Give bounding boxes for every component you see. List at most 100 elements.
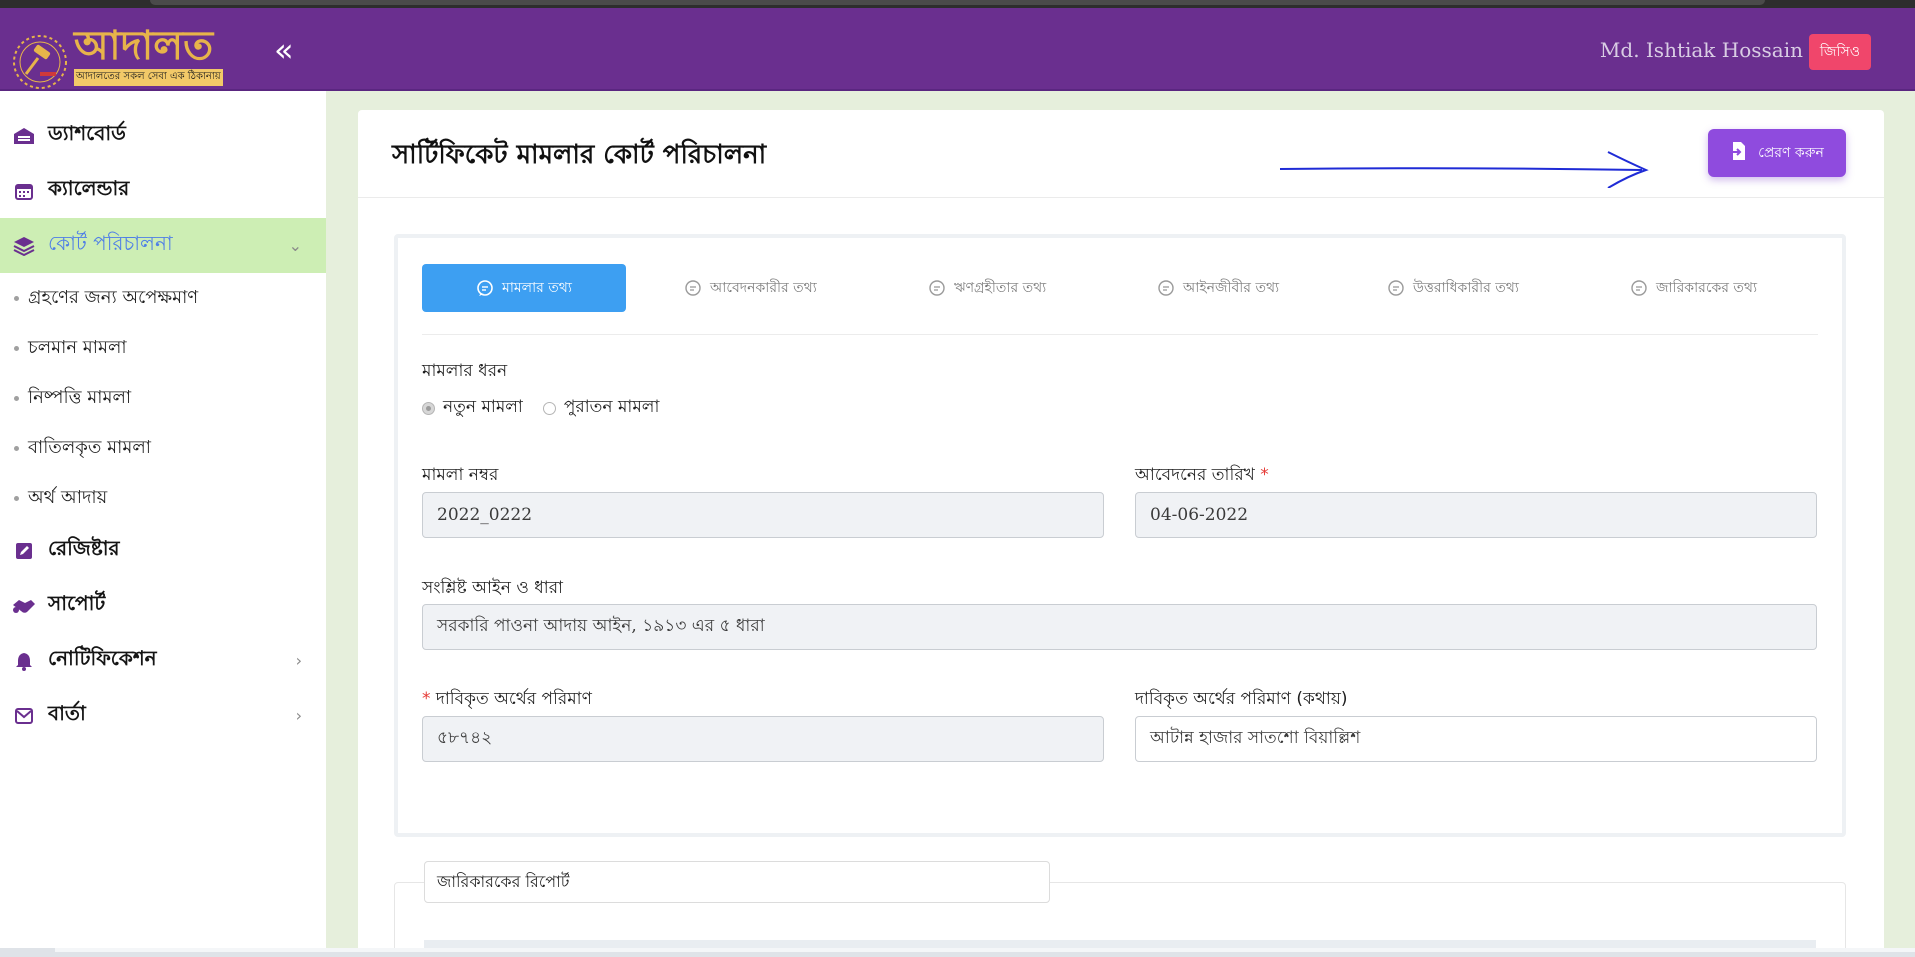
chevron-right-icon: › [295,651,302,670]
chat-icon [476,279,494,297]
sidebar-item-label: কোর্ট পরিচালনা [48,231,173,255]
sidebar-item-court-management[interactable]: কোর্ট পরিচালনা ⌄ [0,218,326,273]
tab-label: ঋণগ্রহীতার তথ্য [954,280,1047,296]
envelope-icon [10,706,38,726]
send-button[interactable]: প্রেরণ করুন [1708,129,1846,177]
page-title: সার্টিফিকেট মামলার কোর্ট পরিচালনা [392,140,767,170]
case-type-label: মামলার ধরন [422,361,508,381]
tab-label: জারিকারকের তথ্য [1656,280,1758,296]
dashboard-icon [10,126,38,146]
divider [358,197,1884,198]
file-export-icon [1730,141,1748,165]
sidebar-subitem-label: অর্থ আদায় [28,486,108,508]
chat-icon [1630,279,1648,297]
case-type-radio-group: নতুন মামলা পুরাতন মামলা [422,394,679,422]
logo-tagline: আদালতের সকল সেবা এক ঠিকানায় [74,69,223,86]
claimed-amount-label: * দাবিকৃত অর্থের পরিমাণ [422,686,592,714]
law-section-label: সংশ্লিষ্ট আইন ও ধারা [422,578,563,598]
sidebar-item-register[interactable]: রেজিষ্টার [0,523,326,578]
sidebar-subitem-running[interactable]: চলমান মামলা [0,323,326,373]
tab-label: আইনজীবীর তথ্য [1183,280,1280,296]
sidebar-item-dashboard[interactable]: ড্যাশবোর্ড [0,108,326,163]
tab-process-server-info[interactable]: জারিকারকের তথ্য [1630,264,1757,312]
top-header: আদালত আদালতের সকল সেবা এক ঠিকানায় « Md.… [0,8,1915,91]
sidebar-item-calendar[interactable]: ক্যালেন্ডার [0,163,326,218]
sidebar-subitem-label: নিষ্পত্তি মামলা [28,386,132,408]
sidebar-subitem-label: গ্রহণের জন্য অপেক্ষমাণ [28,286,199,308]
report-strip [424,940,1816,948]
layers-icon [10,236,38,256]
sidebar-item-support[interactable]: সাপোর্ট [0,578,326,633]
sidebar-item-label: রেজিষ্টার [48,536,120,560]
tab-lawyer-info[interactable]: আইনজীবীর তথ্য [1157,264,1279,312]
sidebar: ড্যাশবোর্ড ক্যালেন্ডার কোর্ট পরিচালনা ⌄ … [0,91,326,957]
chat-icon [1387,279,1405,297]
bullet-dot [14,495,19,501]
sidebar-item-label: ক্যালেন্ডার [48,176,130,200]
logo-title: আদালত [74,22,214,69]
sidebar-subitem-label: চলমান মামলা [28,336,127,358]
sidebar-subitem-collection[interactable]: অর্থ আদায় [0,473,326,523]
app-logo[interactable]: আদালত আদালতের সকল সেবা এক ঠিকানায় [8,22,228,89]
claimed-amount-words-field[interactable]: আটান্ন হাজার সাতশো বিয়াল্লিশ [1135,716,1817,762]
bullet-dot [14,345,19,351]
case-info-panel: মামলার তথ্য আবেদনকারীর তথ্য ঋণগ্রহীতার ত… [394,234,1846,837]
user-name[interactable]: Md. Ishtiak Hossain [1600,38,1803,62]
bullet-dot [14,295,19,301]
chat-icon [1157,279,1175,297]
calendar-icon [10,181,38,201]
gavel-logo-icon [13,35,67,89]
tab-heir-info[interactable]: উত্তরাধিকারীর তথ্য [1387,264,1519,312]
double-chevron-left-icon[interactable]: « [274,34,294,66]
sidebar-item-label: নোটিফিকেশন [48,646,157,670]
radio-circle[interactable] [422,401,435,415]
sidebar-item-label: ড্যাশবোর্ড [48,121,126,145]
claimed-amount-label-text: দাবিকৃত অর্থের পরিমাণ [435,689,592,709]
role-badge: জিসিও [1808,34,1871,70]
edit-icon [10,541,38,561]
law-section-field[interactable]: সরকারি পাওনা আদায় আইন, ১৯১৩ এর ৫ ধারা [422,604,1817,650]
chevron-right-icon: › [295,706,302,725]
radio-circle[interactable] [542,401,556,415]
case-number-field[interactable]: 2022_0222 [422,492,1104,538]
application-date-label: আবেদনের তারিখ * [1135,462,1269,490]
claimed-amount-field[interactable]: ৫৮৭৪২ [422,716,1104,762]
bullet-dot [14,445,19,451]
sidebar-subitem-pending[interactable]: গ্রহণের জন্য অপেক্ষমাণ [0,273,326,323]
handshake-icon [10,596,38,616]
application-date-label-text: আবেদনের তারিখ [1135,465,1255,485]
radio-label: পুরাতন মামলা [563,397,660,417]
bullet-dot [14,395,19,401]
send-button-label: প্রেরণ করুন [1758,145,1824,161]
required-asterisk: * [422,689,431,709]
sidebar-item-messages[interactable]: বার্তা › [0,688,326,743]
radio-new-case[interactable]: নতুন মামলা [422,394,523,422]
radio-label: নতুন মামলা [443,397,523,417]
annotation-arrow [1279,151,1649,188]
tab-label: আবেদনকারীর তথ্য [710,280,817,296]
application-date-field[interactable]: 04-06-2022 [1135,492,1817,538]
browser-top-strip [0,0,1915,8]
chat-icon [684,279,702,297]
tab-label: উত্তরাধিকারীর তথ্য [1413,280,1519,296]
sidebar-subitem-disposed[interactable]: নিষ্পত্তি মামলা [0,373,326,423]
tab-label: মামলার তথ্য [502,280,572,296]
radio-old-case[interactable]: পুরাতন মামলা [542,394,660,422]
tab-bar: মামলার তথ্য আবেদনকারীর তথ্য ঋণগ্রহীতার ত… [422,264,1818,314]
sidebar-subitem-cancelled[interactable]: বাতিলকৃত মামলা [0,423,326,473]
required-asterisk: * [1260,465,1269,485]
sidebar-item-notification[interactable]: নোটিফিকেশন › [0,633,326,688]
sidebar-subitem-label: বাতিলকৃত মামলা [28,436,151,458]
tab-applicant-info[interactable]: আবেদনকারীর তথ্য [684,264,817,312]
chevron-down-icon: ⌄ [288,236,302,255]
horizontal-scrollbar[interactable] [0,948,1915,957]
tabs-divider [422,334,1818,335]
main-card: সার্টিফিকেট মামলার কোর্ট পরিচালনা প্রেরণ… [358,110,1884,957]
case-number-label: মামলা নম্বর [422,465,499,485]
tab-case-info[interactable]: মামলার তথ্য [422,264,626,312]
bell-icon [10,651,38,671]
report-legend: জারিকারকের রিপোর্ট [424,861,1050,903]
claimed-amount-words-label: দাবিকৃত অর্থের পরিমাণ (কথায়) [1135,689,1348,709]
chat-icon [928,279,946,297]
tab-borrower-info[interactable]: ঋণগ্রহীতার তথ্য [928,264,1046,312]
